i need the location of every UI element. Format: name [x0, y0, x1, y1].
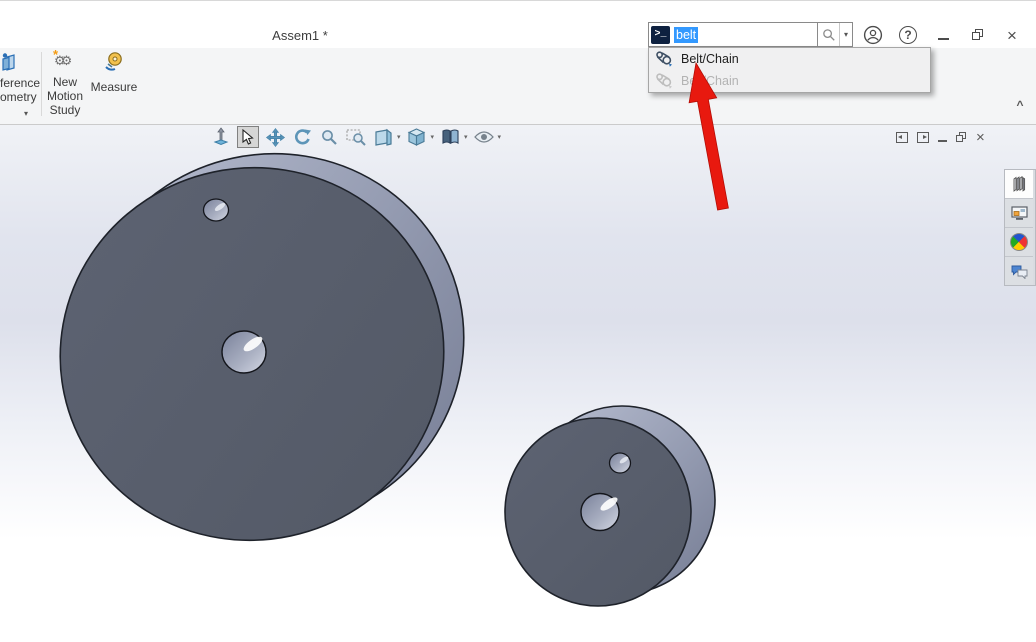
section-view-caret[interactable]: ▾: [464, 133, 468, 141]
measure-label: Measure: [91, 80, 138, 94]
forum-tab[interactable]: [1005, 257, 1033, 285]
belt-chain-disabled-label: Belt/Chain: [681, 74, 739, 88]
viewport-close-icon[interactable]: ×: [976, 131, 985, 144]
measure-button[interactable]: Measure: [88, 51, 140, 94]
search-results-dropdown: Belt/Chain Belt/Chain: [648, 47, 931, 93]
user-icon: [863, 25, 883, 45]
new-motion-study-icon: ⚙⚙*: [54, 51, 76, 73]
zoom-icon[interactable]: [318, 126, 340, 148]
heads-up-view-toolbar: ▾ ▾ ▾ ▾: [210, 126, 501, 148]
search-options-caret[interactable]: ▾: [839, 23, 852, 46]
select-tool-icon[interactable]: [237, 126, 259, 148]
small-pulley-pin-hole: [610, 453, 631, 473]
display-style-caret[interactable]: ▾: [431, 133, 435, 141]
view-palette-tab[interactable]: [1005, 199, 1033, 228]
design-library-icon: [1011, 176, 1027, 192]
reference-geometry-label-line1: ference: [0, 76, 40, 90]
user-account-button[interactable]: [861, 23, 885, 47]
minimize-button[interactable]: [931, 23, 955, 47]
close-icon: ×: [1007, 27, 1017, 44]
search-input-value[interactable]: belt: [674, 27, 698, 43]
command-prompt-icon: >_: [651, 26, 670, 44]
solidworks-window: Assem1 * >_ belt ▾ ?: [0, 0, 1036, 642]
pane-right-icon[interactable]: [917, 132, 929, 143]
view-orientation-caret[interactable]: ▾: [397, 133, 401, 141]
close-button[interactable]: ×: [1000, 23, 1024, 47]
assembly-3d-scene[interactable]: [0, 125, 1036, 642]
graphics-viewport[interactable]: ▾ ▾ ▾ ▾: [0, 125, 1036, 642]
reference-geometry-label-line2: ometry: [0, 90, 37, 104]
pane-left-icon[interactable]: [896, 132, 908, 143]
reference-geometry-icon: [0, 52, 19, 74]
section-view-icon[interactable]: [439, 126, 461, 148]
appearances-tab[interactable]: [1005, 228, 1033, 257]
help-icon: ?: [899, 26, 917, 44]
reference-geometry-button-partial[interactable]: ference ometry ▾: [0, 48, 40, 124]
forum-chat-icon: [1011, 264, 1028, 279]
view-orientation-icon[interactable]: [372, 126, 394, 148]
document-title: Assem1 *: [160, 28, 440, 43]
belt-chain-icon: [654, 50, 673, 68]
rotate-icon[interactable]: [291, 126, 313, 148]
belt-chain-label: Belt/Chain: [681, 52, 739, 66]
title-bar: Assem1 * >_ belt ▾ ?: [0, 1, 1036, 48]
small-pulley[interactable]: [505, 406, 715, 606]
reference-geometry-caret[interactable]: ▾: [24, 109, 28, 118]
minimize-icon: [938, 38, 949, 40]
restore-icon: [972, 29, 984, 41]
view-palette-icon: [1011, 206, 1028, 221]
zoom-to-area-icon[interactable]: [345, 126, 367, 148]
appearances-sphere-icon: [1010, 233, 1028, 251]
search-icon[interactable]: [822, 27, 836, 43]
pan-icon[interactable]: [264, 126, 286, 148]
new-motion-study-label-line3: Study: [50, 103, 81, 117]
hide-show-items-icon[interactable]: [473, 126, 495, 148]
display-style-icon[interactable]: [406, 126, 428, 148]
search-button-group[interactable]: ▾: [817, 22, 853, 47]
help-button[interactable]: ?: [896, 23, 920, 47]
collapse-ribbon-chevron[interactable]: ^: [1010, 98, 1030, 112]
search-result-belt-chain-disabled: Belt/Chain: [649, 70, 930, 92]
measure-icon: [103, 51, 125, 73]
viewport-minimize-icon[interactable]: [938, 140, 947, 142]
hide-show-items-caret[interactable]: ▾: [498, 133, 502, 141]
new-motion-study-button[interactable]: ⚙⚙* New Motion Study: [42, 51, 88, 117]
restore-button[interactable]: [966, 23, 990, 47]
viewport-restore-icon[interactable]: [956, 132, 967, 143]
search-result-belt-chain[interactable]: Belt/Chain: [649, 48, 930, 70]
instant3d-icon[interactable]: [210, 126, 232, 148]
design-library-tab[interactable]: [1005, 170, 1033, 199]
task-pane-tabs: [1004, 169, 1036, 286]
viewport-window-controls: ×: [896, 131, 985, 144]
new-motion-study-label-line2: Motion: [47, 89, 83, 103]
large-pulley[interactable]: [26, 125, 499, 576]
command-search-input[interactable]: >_ belt: [648, 22, 818, 47]
belt-chain-disabled-icon: [654, 72, 673, 90]
new-motion-study-label-line1: New: [53, 75, 77, 89]
